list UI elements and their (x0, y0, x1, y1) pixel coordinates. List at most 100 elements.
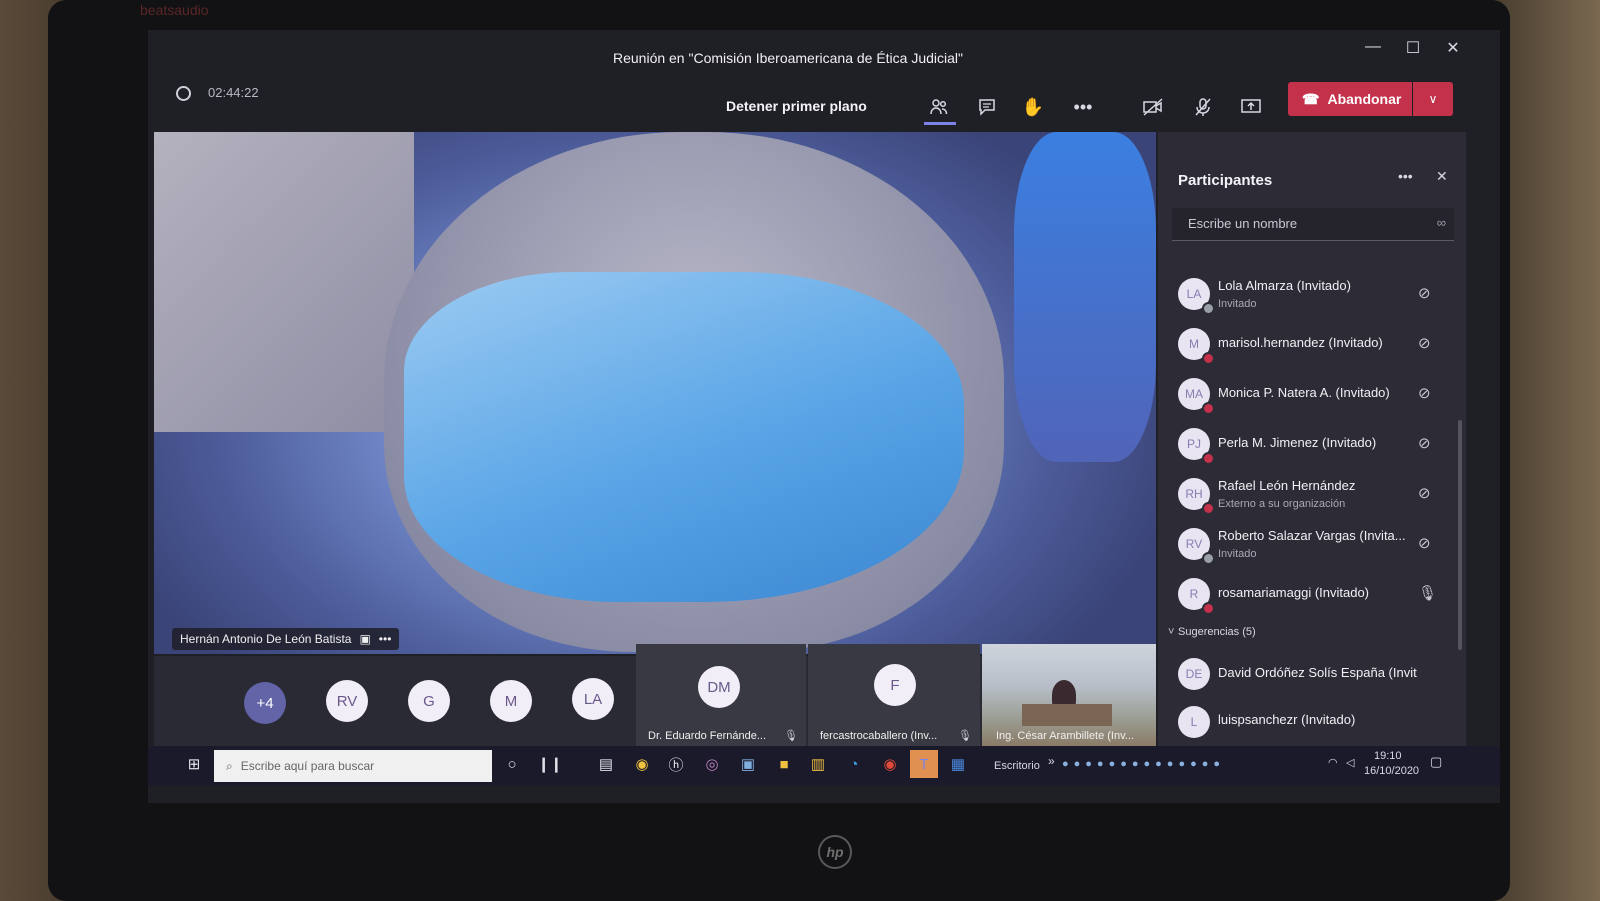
mic-off-icon[interactable] (1188, 92, 1218, 122)
minimize-icon[interactable]: — (1358, 38, 1388, 56)
main-video (154, 132, 1156, 654)
status-badge (1202, 352, 1215, 365)
avatar[interactable]: LA (572, 678, 614, 720)
meeting-timer: 02:44:22 (208, 85, 259, 100)
participant-row[interactable]: R rosamariamaggi (Invitado) 🎙 (1158, 572, 1466, 618)
status-badge (1202, 502, 1215, 515)
mic-off-icon: ⊘ (1418, 335, 1431, 352)
suggestion-row[interactable]: DE David Ordóñez Solís España (Invit... (1158, 652, 1466, 698)
participant-search-input[interactable]: Escribe un nombre ∞ (1172, 208, 1454, 241)
notifications-icon[interactable]: ▢ (1430, 754, 1442, 770)
participant-sub: Invitado (1218, 298, 1257, 310)
status-badge (1202, 402, 1215, 415)
status-badge (1202, 452, 1215, 465)
link-icon[interactable]: ∞ (1437, 215, 1446, 230)
notes-app-icon[interactable]: ■ (770, 750, 798, 778)
participant-tile[interactable]: F fercastrocaballero (Inv... 🎙 (808, 644, 980, 746)
panel-scrollbar[interactable] (1458, 420, 1462, 650)
globe-app-icon[interactable]: ◎ (698, 750, 726, 778)
store-icon[interactable]: ▤ (592, 750, 620, 778)
edge-icon[interactable]: ◔ (840, 750, 868, 778)
more-participants-avatar[interactable]: +4 (244, 682, 286, 724)
raise-hand-icon[interactable]: ✋ (1018, 92, 1048, 122)
stop-focus-button[interactable]: Detener primer plano (726, 98, 867, 114)
hp-app-icon[interactable]: ⓗ (662, 750, 690, 778)
participant-row[interactable]: RV Roberto Salazar Vargas (Invita... Inv… (1158, 522, 1466, 568)
mic-off-icon: 🎙 (958, 730, 972, 742)
participant-row[interactable]: PJ Perla M. Jimenez (Invitado) ⊘ (1158, 422, 1466, 468)
file-explorer-icon[interactable]: ▥ (804, 750, 832, 778)
network-app-icon[interactable]: ▣ (734, 750, 762, 778)
close-icon[interactable]: ✕ (1436, 168, 1448, 185)
suggestions-header[interactable]: Sugerencias (5) (1178, 626, 1256, 638)
search-icon: ⌕ (226, 758, 233, 773)
screen: Reunión en "Comisión Iberoamericana de É… (148, 30, 1500, 803)
teams-icon[interactable]: T (910, 750, 938, 778)
clock-date[interactable]: 16/10/2020 (1364, 765, 1419, 777)
panel-title: Participantes (1178, 172, 1273, 189)
tile-name: fercastrocaballero (Inv... (820, 730, 938, 742)
mic-off-icon: ⊘ (1418, 385, 1431, 402)
suggestion-name: luispsanchezr (Invitado) (1218, 712, 1356, 727)
tile-name: Ing. César Arambillete (Inv... (996, 730, 1134, 742)
participant-row[interactable]: LA Lola Almarza (Invitado) Invitado ⊘ (1158, 272, 1466, 318)
pin-icon[interactable]: ▣ (359, 632, 370, 646)
mic-off-icon: ⊘ (1418, 285, 1431, 302)
participants-icon[interactable] (924, 92, 954, 122)
status-badge (1202, 302, 1215, 315)
participant-name: Lola Almarza (Invitado) (1218, 278, 1351, 293)
speaker-name-tag: Hernán Antonio De León Batista ▣ ••• (172, 628, 400, 650)
mic-on-icon: 🎙 (1418, 585, 1438, 602)
participant-name: marisol.hernandez (Invitado) (1218, 335, 1383, 350)
share-screen-icon[interactable] (1236, 92, 1266, 122)
avatar[interactable]: M (490, 680, 532, 722)
volume-icon[interactable]: ◁ (1346, 756, 1354, 769)
tray-expand-icon[interactable]: » (1048, 754, 1055, 768)
participant-video-tile[interactable]: Ing. César Arambillete (Inv... (982, 644, 1156, 746)
leave-label: Abandonar (1327, 91, 1402, 107)
laptop-frame: beatsaudio hp Reunión en "Comisión Ibero… (48, 0, 1510, 901)
speaker-name: Hernán Antonio De León Batista (180, 632, 352, 646)
mic-off-icon: ⊘ (1418, 485, 1431, 502)
title-bar: Reunión en "Comisión Iberoamericana de É… (148, 30, 1500, 80)
camera-off-icon[interactable] (1138, 92, 1168, 122)
status-badge (1202, 552, 1215, 565)
chrome-icon[interactable]: ◉ (876, 750, 904, 778)
hp-logo: hp (818, 835, 852, 869)
participant-sub: Externo a su organización (1218, 498, 1346, 510)
more-icon[interactable]: ••• (1068, 92, 1098, 122)
suggestions-chevron-icon[interactable]: ˅ (1168, 626, 1174, 638)
chrome-canary-icon[interactable]: ◉ (628, 750, 656, 778)
task-view-icon[interactable]: ❙❙ (536, 750, 564, 778)
participant-row[interactable]: M marisol.hernandez (Invitado) ⊘ (1158, 322, 1466, 368)
taskbar-search-input[interactable]: ⌕ Escribe aquí para buscar (214, 750, 492, 782)
participant-name: Roberto Salazar Vargas (Invita... (1218, 528, 1406, 543)
tray-icons[interactable]: ●●●●●●●●●●●●●● (1062, 758, 1225, 770)
avatar: L (1178, 706, 1210, 738)
windows-start-icon[interactable]: ⊞ (180, 750, 208, 778)
cortana-icon[interactable]: ○ (498, 750, 526, 778)
close-icon[interactable]: ✕ (1438, 38, 1468, 58)
word-app-icon[interactable]: ▦ (944, 750, 972, 778)
participant-row[interactable]: MA Monica P. Natera A. (Invitado) ⊘ (1158, 372, 1466, 418)
video-hand (1014, 132, 1156, 462)
participant-row[interactable]: RH Rafael León Hernández Externo a su or… (1158, 472, 1466, 518)
maximize-icon[interactable]: ☐ (1398, 38, 1428, 58)
speaker-more-icon[interactable]: ••• (379, 632, 392, 646)
window-title: Reunión en "Comisión Iberoamericana de É… (612, 50, 963, 66)
avatar[interactable]: G (408, 680, 450, 722)
chat-icon[interactable] (972, 92, 1002, 122)
panel-more-icon[interactable]: ••• (1398, 168, 1413, 184)
mic-off-icon: 🎙 (784, 730, 798, 742)
suggestion-row[interactable]: L luispsanchezr (Invitado) (1158, 700, 1466, 746)
avatar[interactable]: RV (326, 680, 368, 722)
avatar: F (874, 664, 916, 706)
leave-button[interactable]: ☎ Abandonar (1288, 82, 1412, 116)
desktop-toolbar-label[interactable]: Escritorio (994, 760, 1040, 772)
wifi-icon[interactable]: ◠ (1328, 756, 1338, 769)
leave-options-chevron-down-icon[interactable]: ∨ (1413, 82, 1453, 116)
participant-name: Rafael León Hernández (1218, 478, 1356, 493)
clock-time[interactable]: 19:10 (1374, 750, 1402, 762)
participant-tile[interactable]: DM Dr. Eduardo Fernánde... 🎙 (636, 644, 806, 746)
video-face-mask (404, 272, 964, 602)
